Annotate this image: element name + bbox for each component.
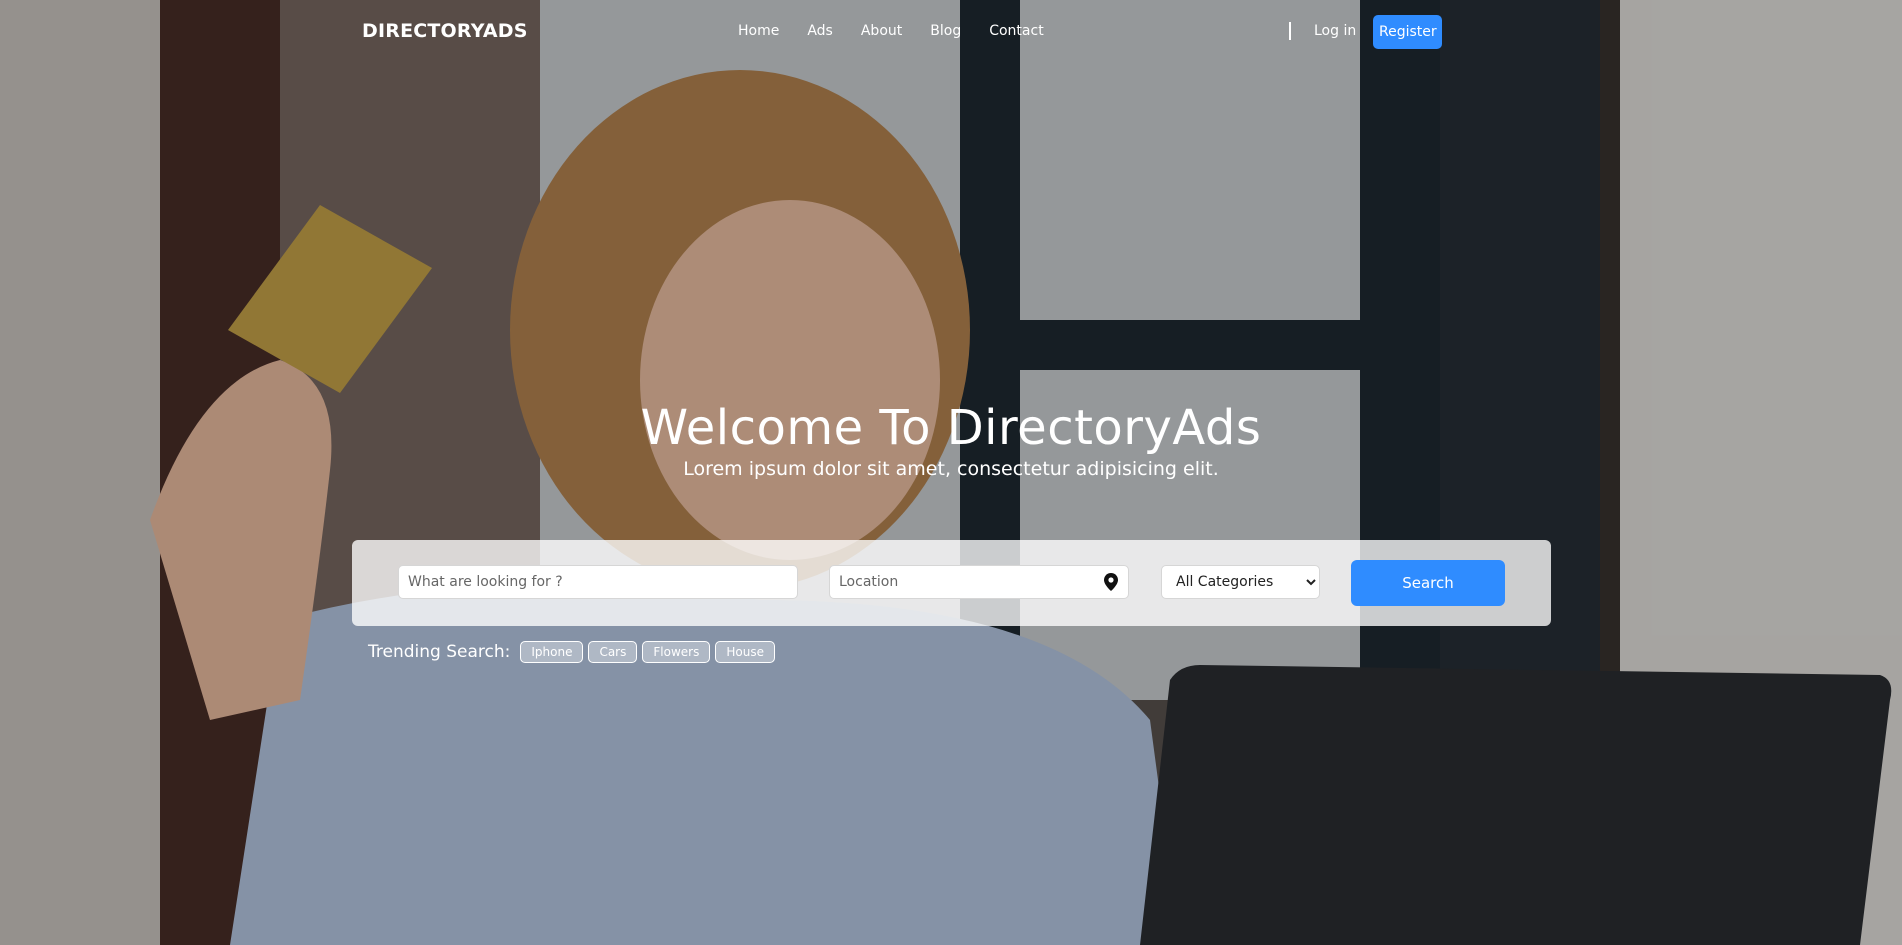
login-link[interactable]: Log in: [1314, 23, 1356, 39]
trending-label: Trending Search:: [368, 642, 511, 662]
nav-link-about[interactable]: About: [861, 23, 902, 39]
nav-links: Home Ads About Blog Contact: [738, 23, 1072, 39]
nav-link-home[interactable]: Home: [738, 23, 779, 39]
nav-link-blog[interactable]: Blog: [930, 23, 961, 39]
brand-logo[interactable]: DIRECTORYADS: [362, 20, 528, 42]
search-button[interactable]: Search: [1351, 560, 1505, 606]
map-pin-icon: [1104, 573, 1118, 591]
trending-tag-cars[interactable]: Cars: [588, 641, 638, 663]
keyword-search-input[interactable]: [398, 565, 798, 599]
nav-divider: [1289, 22, 1291, 40]
hero-section: DIRECTORYADS Home Ads About Blog Contact…: [0, 0, 1902, 945]
trending-tag-house[interactable]: House: [715, 641, 775, 663]
search-panel: All Categories Search: [352, 540, 1551, 626]
location-input[interactable]: [830, 566, 1090, 598]
register-button[interactable]: Register: [1373, 15, 1442, 49]
trending-search: Trending Search: Iphone Cars Flowers Hou…: [368, 641, 780, 663]
trending-tag-flowers[interactable]: Flowers: [642, 641, 711, 663]
location-field[interactable]: [829, 565, 1129, 599]
hero-title: Welcome To DirectoryAds: [640, 400, 1262, 456]
nav-link-contact[interactable]: Contact: [989, 23, 1043, 39]
category-select[interactable]: All Categories: [1161, 565, 1320, 599]
nav-link-ads[interactable]: Ads: [807, 23, 833, 39]
hero-subtitle: Lorem ipsum dolor sit amet, consectetur …: [683, 458, 1219, 480]
trending-tag-iphone[interactable]: Iphone: [520, 641, 584, 663]
top-navbar: DIRECTORYADS Home Ads About Blog Contact…: [0, 0, 1902, 66]
